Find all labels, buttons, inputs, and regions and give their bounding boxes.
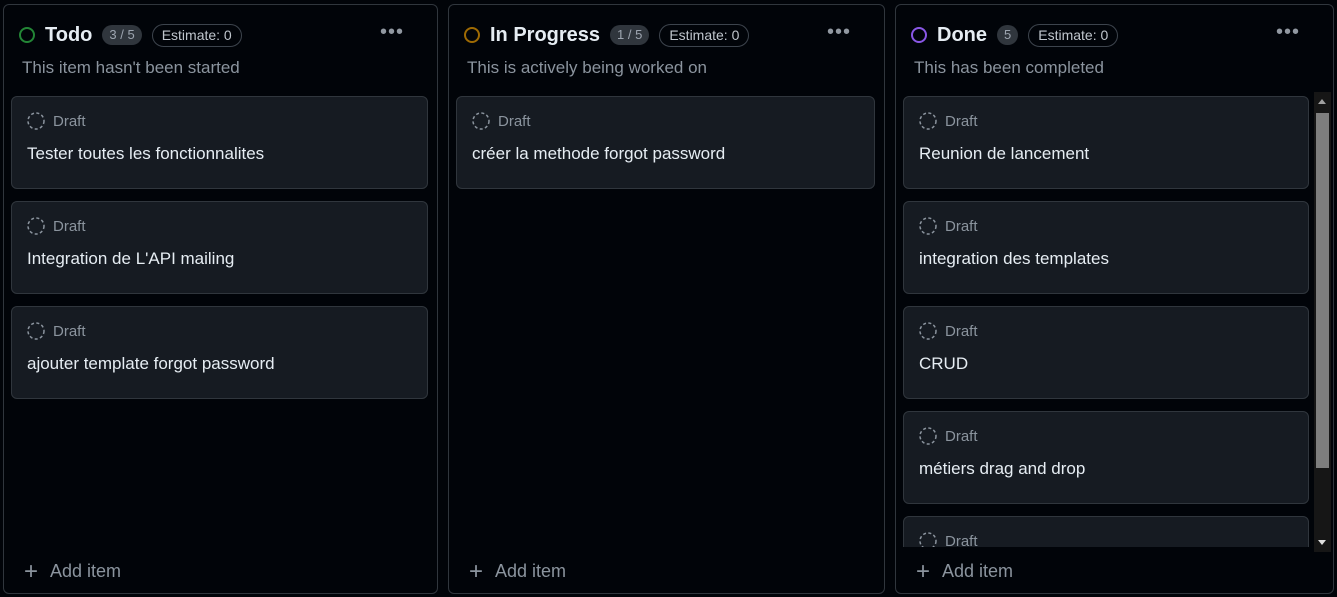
add-item-label: Add item: [50, 561, 122, 581]
column-description: This is actively being worked on: [467, 58, 708, 77]
column-header: Todo 3 / 5 Estimate: 0 •••: [19, 22, 422, 48]
card-title[interactable]: ajouter template forgot password: [27, 354, 275, 374]
draft-label: Draft: [945, 427, 978, 445]
card-title[interactable]: CRUD: [919, 354, 968, 374]
column-description: This item hasn't been started: [22, 58, 240, 77]
scroll-up-arrow-icon[interactable]: [1318, 99, 1326, 104]
dashed-circle-icon: [27, 217, 45, 235]
plus-icon: +: [24, 557, 39, 585]
card[interactable]: Draft métiers drag and drop: [903, 411, 1309, 504]
card[interactable]: Draft Integration de L'API mailing: [11, 201, 428, 294]
draft-label: Draft: [53, 217, 86, 235]
dashed-circle-icon: [919, 217, 937, 235]
draft-label: Draft: [498, 112, 531, 130]
circle-icon: [19, 27, 35, 43]
draft-label: Draft: [945, 217, 978, 235]
add-item-button[interactable]: + Add item: [469, 557, 567, 585]
more-horizontal-icon[interactable]: •••: [827, 22, 851, 42]
add-item-label: Add item: [495, 561, 567, 581]
column-title: Todo: [45, 23, 93, 46]
dashed-circle-icon: [919, 427, 937, 445]
column-title: In Progress: [490, 23, 601, 46]
column-todo: Todo 3 / 5 Estimate: 0 ••• This item has…: [3, 4, 438, 594]
draft-status: Draft: [472, 112, 531, 130]
add-item-button[interactable]: + Add item: [24, 557, 122, 585]
draft-label: Draft: [53, 322, 86, 340]
estimate-badge: Estimate: 0: [151, 23, 242, 47]
count-badge: 1 / 5: [610, 25, 650, 45]
estimate-badge: Estimate: 0: [659, 23, 750, 47]
column-in-progress: In Progress 1 / 5 Estimate: 0 ••• This i…: [448, 4, 885, 594]
count-badge: 5: [997, 25, 1019, 45]
vertical-scrollbar[interactable]: [1314, 92, 1331, 552]
card[interactable]: Draft: [903, 516, 1309, 547]
draft-status: Draft: [27, 112, 86, 130]
add-item-button[interactable]: + Add item: [916, 557, 1014, 585]
draft-status: Draft: [919, 217, 978, 235]
draft-status: Draft: [27, 322, 86, 340]
draft-status: Draft: [27, 217, 86, 235]
column-header: In Progress 1 / 5 Estimate: 0 •••: [464, 22, 869, 48]
add-item-label: Add item: [942, 561, 1014, 581]
card-list: Draft Tester toutes les fonctionnalites …: [11, 96, 428, 547]
draft-status: Draft: [919, 427, 978, 445]
more-horizontal-icon[interactable]: •••: [380, 22, 404, 42]
estimate-badge: Estimate: 0: [1028, 23, 1119, 47]
draft-label: Draft: [945, 322, 978, 340]
scroll-thumb[interactable]: [1316, 113, 1329, 468]
project-board: Todo 3 / 5 Estimate: 0 ••• This item has…: [0, 0, 1337, 597]
dashed-circle-icon: [27, 322, 45, 340]
card[interactable]: Draft créer la methode forgot password: [456, 96, 875, 189]
card[interactable]: Draft Reunion de lancement: [903, 96, 1309, 189]
card[interactable]: Draft ajouter template forgot password: [11, 306, 428, 399]
draft-label: Draft: [945, 532, 978, 548]
column-header: Done 5 Estimate: 0 •••: [911, 22, 1318, 48]
card[interactable]: Draft Tester toutes les fonctionnalites: [11, 96, 428, 189]
column-title: Done: [937, 23, 987, 46]
scroll-down-arrow-icon[interactable]: [1318, 540, 1326, 545]
draft-status: Draft: [919, 112, 978, 130]
circle-icon: [911, 27, 927, 43]
circle-icon: [464, 27, 480, 43]
count-badge: 3 / 5: [102, 25, 142, 45]
plus-icon: +: [916, 557, 931, 585]
column-done: Done 5 Estimate: 0 ••• This has been com…: [895, 4, 1334, 594]
more-horizontal-icon[interactable]: •••: [1276, 22, 1300, 42]
card-title[interactable]: Reunion de lancement: [919, 144, 1089, 164]
card-list: Draft Reunion de lancement Draft integra…: [903, 96, 1309, 547]
plus-icon: +: [469, 557, 484, 585]
card-title[interactable]: Integration de L'API mailing: [27, 249, 234, 269]
dashed-circle-icon: [472, 112, 490, 130]
dashed-circle-icon: [919, 322, 937, 340]
card-title[interactable]: métiers drag and drop: [919, 459, 1085, 479]
card-title[interactable]: Tester toutes les fonctionnalites: [27, 144, 264, 164]
card-title[interactable]: créer la methode forgot password: [472, 144, 725, 164]
card-list: Draft créer la methode forgot password: [456, 96, 875, 547]
dashed-circle-icon: [919, 532, 937, 547]
card[interactable]: Draft CRUD: [903, 306, 1309, 399]
card-title[interactable]: integration des templates: [919, 249, 1109, 269]
card[interactable]: Draft integration des templates: [903, 201, 1309, 294]
draft-status: Draft: [919, 322, 978, 340]
dashed-circle-icon: [919, 112, 937, 130]
draft-label: Draft: [945, 112, 978, 130]
dashed-circle-icon: [27, 112, 45, 130]
draft-status: Draft: [919, 532, 978, 547]
draft-label: Draft: [53, 112, 86, 130]
column-description: This has been completed: [914, 58, 1104, 77]
